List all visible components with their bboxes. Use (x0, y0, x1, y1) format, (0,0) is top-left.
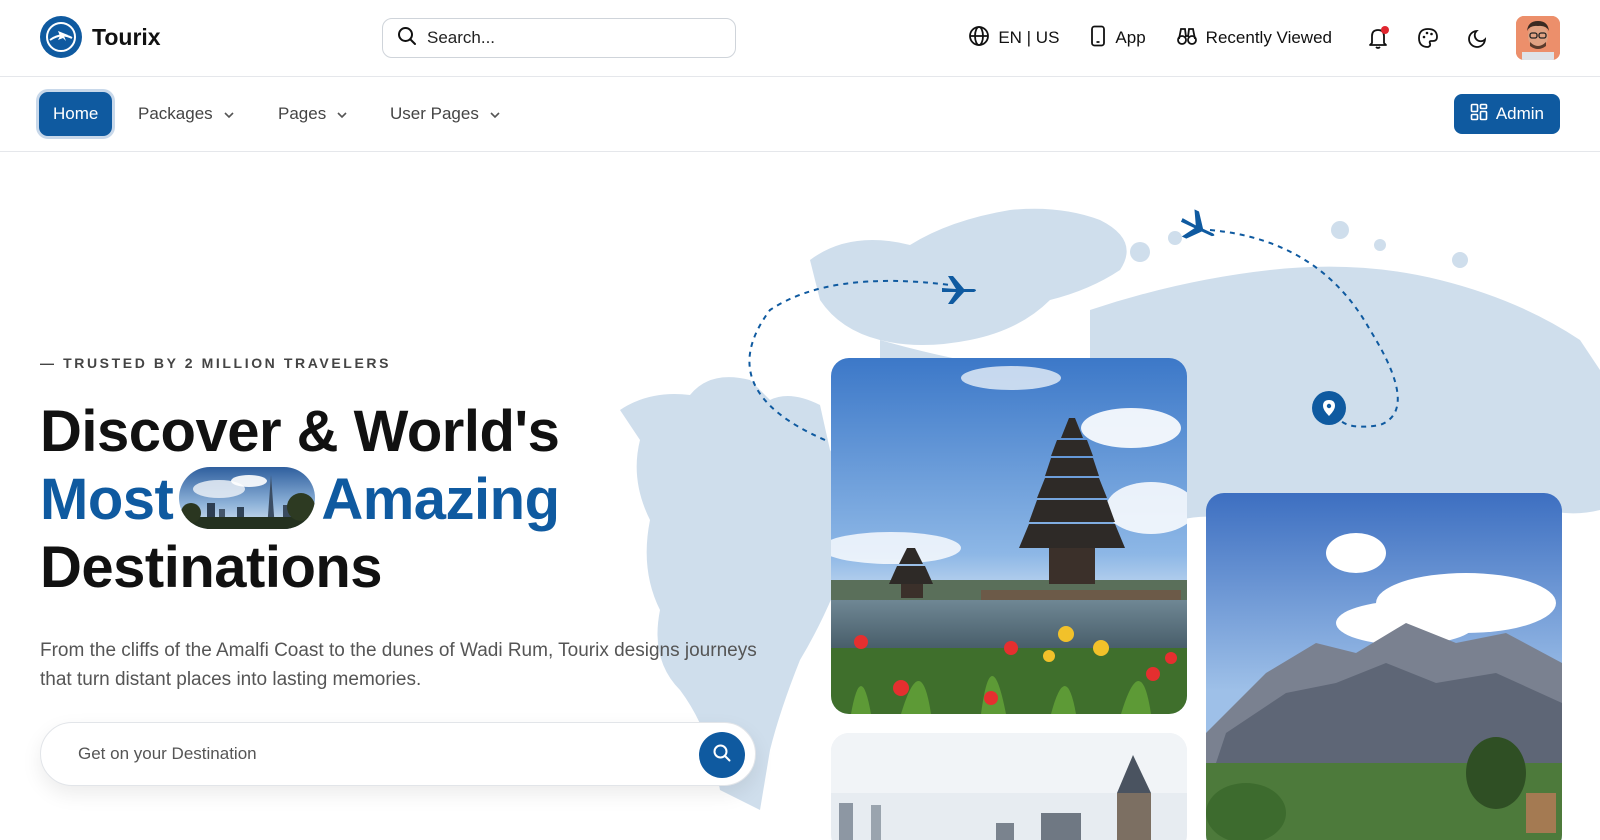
nav-packages[interactable]: Packages (138, 92, 235, 136)
app-link[interactable]: App (1089, 25, 1146, 52)
top-header: Tourix EN | US App Recently Viewed (0, 0, 1600, 77)
admin-label: Admin (1495, 104, 1544, 123)
notification-dot (1381, 26, 1389, 34)
palette-icon[interactable] (1416, 26, 1440, 50)
hero-description: From the cliffs of the Amalfi Coast to t… (40, 640, 757, 690)
recently-viewed-link[interactable]: Recently Viewed (1176, 25, 1332, 52)
airplane-icon (942, 276, 976, 304)
nav-packages-label: Packages (138, 104, 213, 123)
moon-icon[interactable] (1466, 26, 1490, 50)
bell-icon[interactable] (1366, 26, 1390, 50)
app-label: App (1115, 28, 1146, 47)
nav-pages-label: Pages (278, 104, 327, 123)
destination-search-button[interactable] (699, 732, 745, 778)
brand-name: Tourix (92, 23, 161, 50)
destination-search[interactable] (40, 722, 756, 786)
hero-title-line-1: Discover & World's (40, 399, 560, 464)
main-navigation: Home Packages Pages User Pages Admin (0, 78, 1600, 152)
location-pin-icon[interactable] (1312, 391, 1346, 425)
recently-viewed-label: Recently Viewed (1205, 28, 1332, 47)
hero-title-most: Most (40, 467, 174, 532)
brand-logo[interactable]: Tourix (40, 16, 161, 58)
nav-user-pages[interactable]: User Pages (390, 92, 501, 136)
hero-title-line-3: Destinations (40, 535, 383, 600)
phone-icon (1089, 25, 1107, 52)
search-icon (712, 743, 732, 768)
search-icon (397, 26, 417, 51)
user-avatar[interactable] (1516, 16, 1560, 60)
hero-eyebrow: — TRUSTED BY 2 MILLION TRAVELERS (40, 355, 392, 371)
language-label: EN | US (998, 28, 1060, 47)
nav-home[interactable]: Home (39, 92, 113, 136)
header-actions: EN | US App Recently Viewed (938, 14, 1560, 62)
destination-input[interactable] (78, 744, 678, 764)
chevron-down-icon (489, 104, 501, 124)
admin-button[interactable]: Admin (1453, 94, 1560, 134)
dashboard-icon (1470, 103, 1488, 126)
chevron-down-icon (336, 104, 348, 124)
bali-temple-photo[interactable] (831, 358, 1187, 714)
binoculars-icon (1176, 25, 1198, 52)
city-skyline-photo[interactable] (831, 733, 1187, 840)
search-input[interactable] (427, 28, 707, 48)
nav-pages[interactable]: Pages (278, 92, 348, 136)
city-pill-image (179, 467, 316, 529)
hero-title-amazing: Amazing (321, 467, 560, 532)
logo-globe-icon (40, 16, 82, 58)
hero-title-line-2: Most Amazing (40, 466, 560, 534)
airplane-icon (1180, 209, 1215, 239)
chevron-down-icon (223, 104, 235, 124)
alpine-mountain-photo[interactable] (1206, 493, 1562, 840)
globe-icon (968, 25, 990, 52)
nav-user-pages-label: User Pages (390, 104, 479, 123)
language-selector[interactable]: EN | US (968, 25, 1059, 52)
hero-title: Discover & World's Most Amazing Destinat… (40, 398, 560, 602)
global-search[interactable] (382, 18, 736, 58)
